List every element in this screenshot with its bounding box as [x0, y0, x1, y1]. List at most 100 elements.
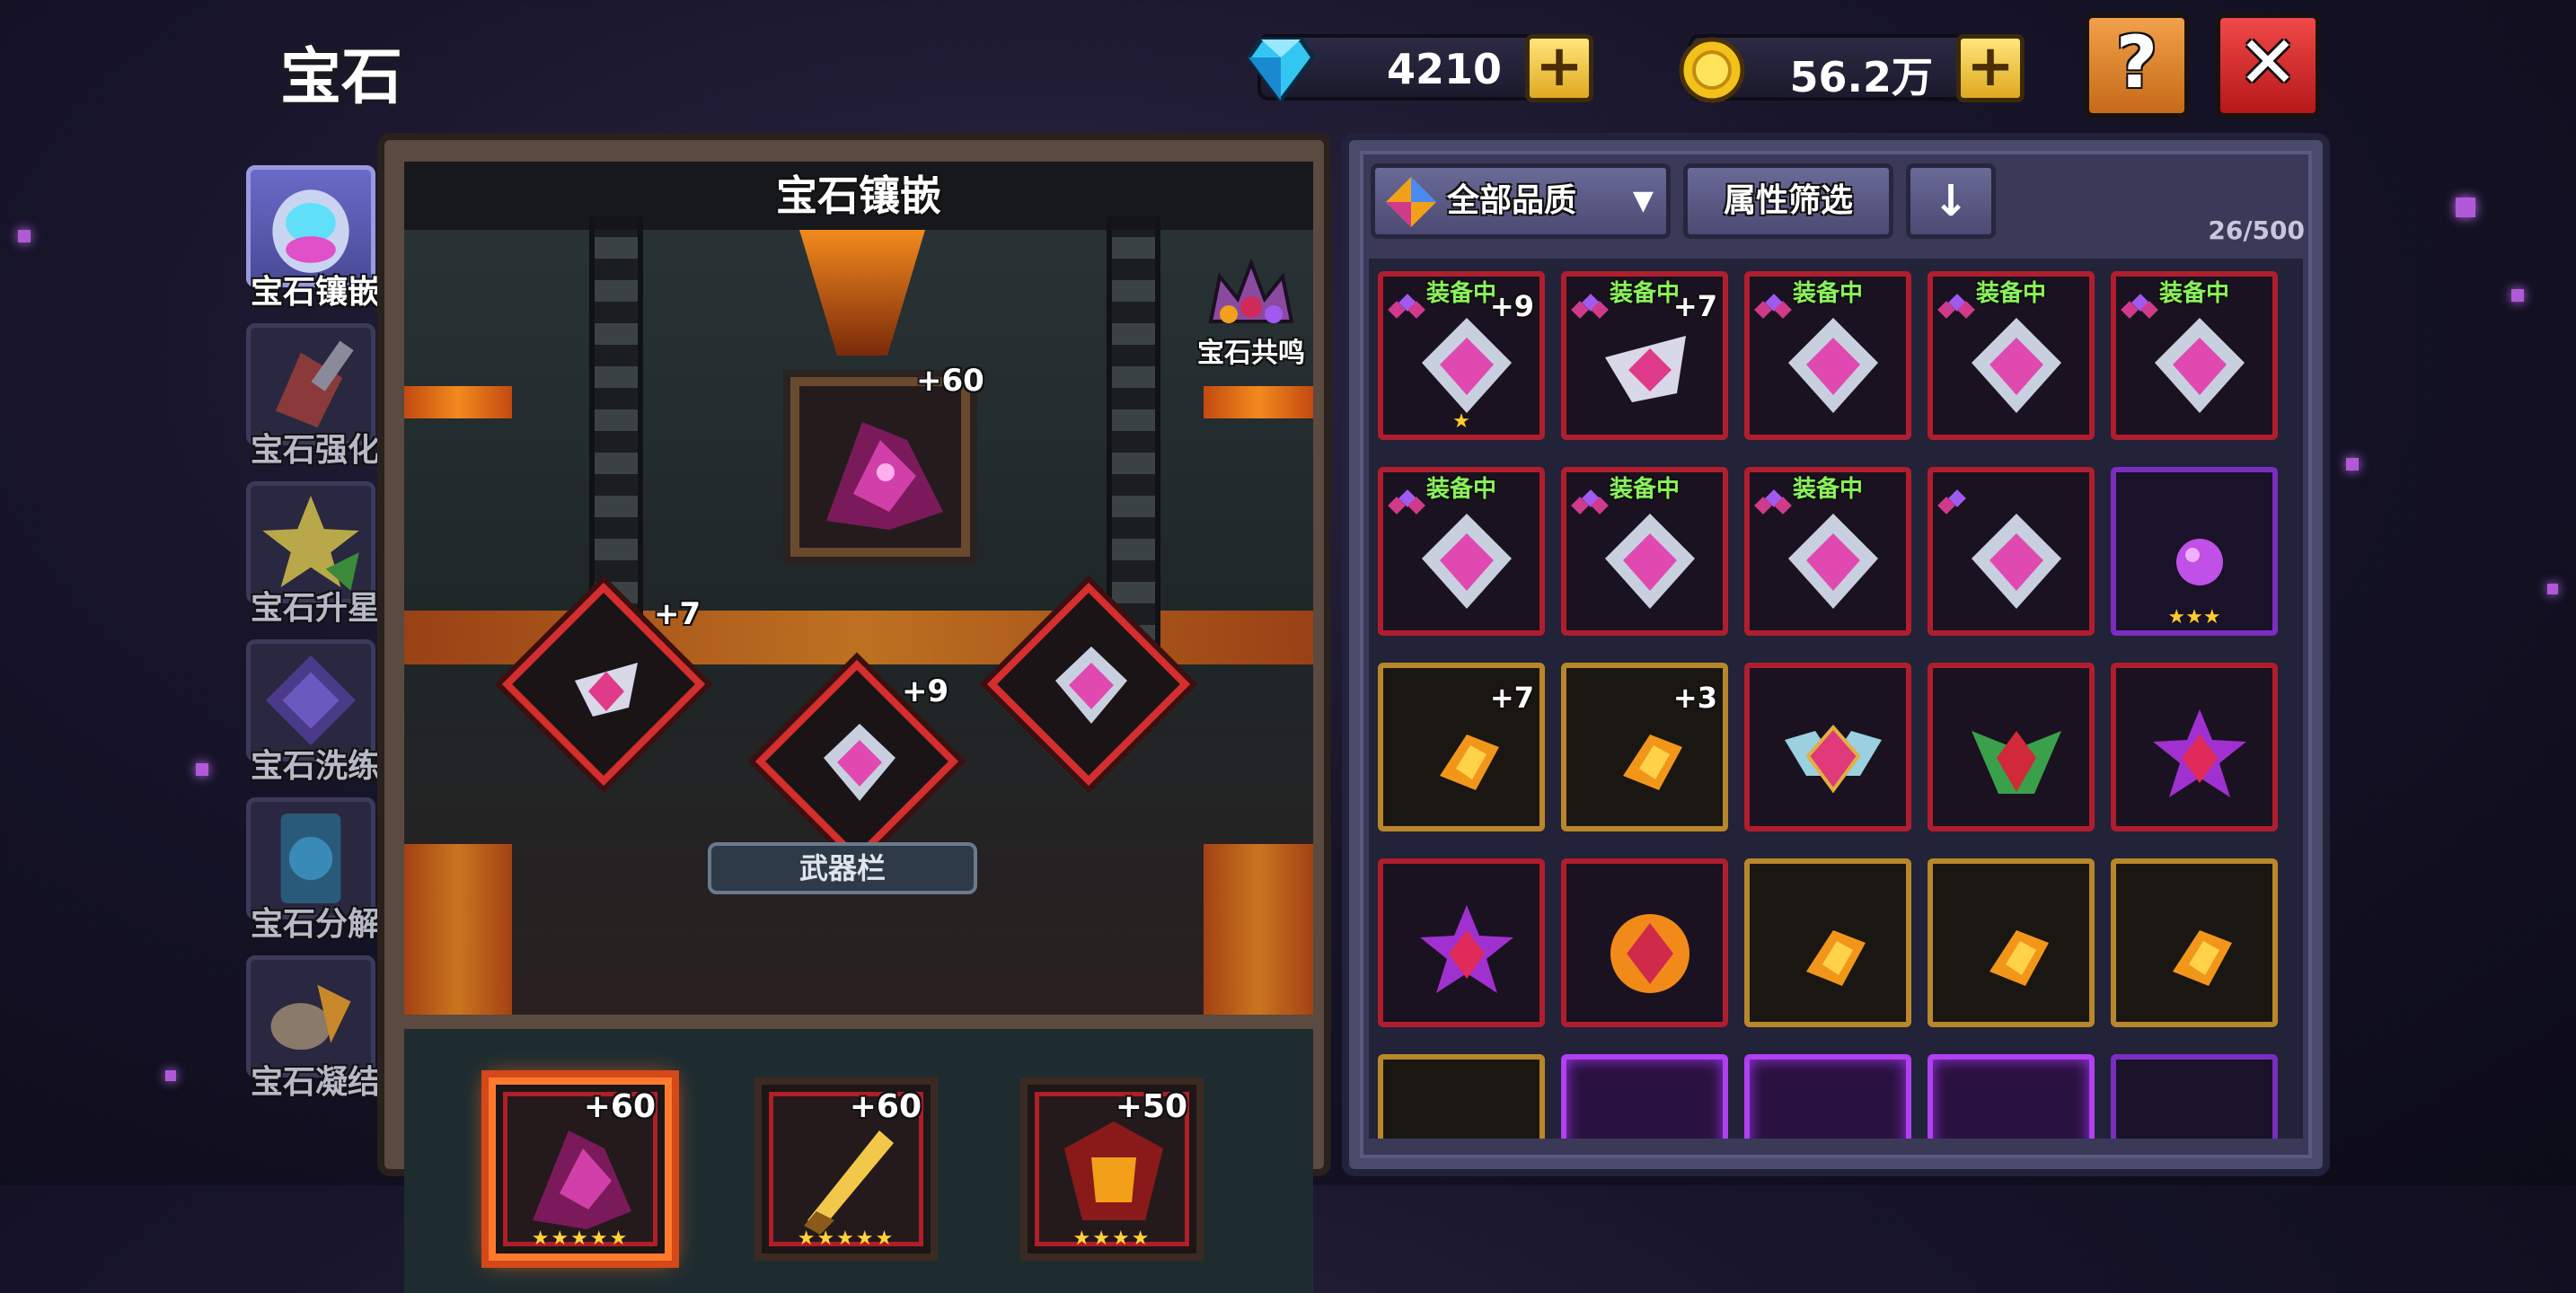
center-socket-level: +9	[902, 673, 949, 709]
tab-label: 宝石强化	[250, 432, 380, 469]
diamond-currency: 4210 +	[1245, 34, 1593, 105]
gem-slot[interactable]: 装备中	[1744, 271, 1911, 440]
inventory-count: 26/500	[2208, 216, 2305, 245]
amber-shard-icon	[1440, 734, 1499, 790]
equipped-tag: 装备中	[1792, 280, 1863, 307]
weapon-level: +50	[1115, 1088, 1187, 1125]
tab-gem-star-up[interactable]: 宝石升星	[239, 481, 383, 630]
gem-slot[interactable]	[1561, 1054, 1728, 1139]
tab-gem-reforge[interactable]: 宝石洗练	[239, 639, 383, 788]
silver-pink-gem-icon	[2155, 318, 2245, 413]
gem-slot[interactable]: 装备中	[1928, 271, 2095, 440]
gem-slot[interactable]	[1744, 1054, 1911, 1139]
silver-pink-gem-icon	[1422, 514, 1512, 609]
gem-slot[interactable]	[2111, 663, 2278, 831]
gem-slot[interactable]	[1928, 467, 2095, 636]
gem-slot[interactable]	[1928, 858, 2095, 1027]
gem-slot[interactable]	[1744, 663, 1911, 831]
gem-socket-panel: 宝石镶嵌 +60 宝石共鸣 +7 +9 武器栏 +60 ★★★★★ +60 ★★…	[377, 133, 1331, 1293]
gem-icon	[1055, 646, 1127, 724]
quality-filter-label: 全部品质	[1447, 182, 1577, 219]
tab-gem-decompose[interactable]: 宝石分解	[239, 797, 383, 946]
star-decoration	[18, 230, 31, 242]
close-button[interactable]: ✕	[2215, 13, 2321, 119]
sort-button[interactable]: ↓	[1906, 163, 1996, 239]
tab-label: 宝石洗练	[250, 748, 380, 785]
equipped-tag: 装备中	[1975, 280, 2046, 307]
gem-slot[interactable]: 装备中	[1378, 467, 1545, 636]
main-weapon-slot[interactable]	[790, 377, 970, 557]
gem-slot[interactable]	[1744, 858, 1911, 1027]
diamond-icon	[1245, 37, 1317, 105]
main-slot-level: +60	[916, 363, 984, 399]
gem-level: +9	[1489, 289, 1534, 323]
weapon-level: +60	[583, 1088, 656, 1125]
tab-gem-enhance[interactable]: 宝石强化	[239, 323, 383, 472]
gem-slot[interactable]	[1378, 1054, 1545, 1139]
gem-icon	[575, 663, 638, 717]
purple-orb-icon	[2176, 539, 2223, 585]
gold-amount: 56.2万	[1789, 53, 1934, 101]
resonance-crown-icon	[1208, 258, 1294, 323]
chevron-down-icon: ▼	[1632, 185, 1654, 216]
winged-pink-gem-icon	[1605, 336, 1686, 402]
star-decoration	[2346, 458, 2359, 471]
winged-ruby-icon	[1785, 724, 1882, 794]
help-button[interactable]: ?	[2084, 13, 2190, 119]
dragon-weapon-icon	[826, 422, 943, 530]
tab-label: 宝石升星	[250, 590, 380, 627]
weapon-card[interactable]: +60 ★★★★★	[754, 1078, 938, 1261]
star-decoration	[2456, 198, 2475, 217]
gem-slot[interactable]: 装备中	[2111, 271, 2278, 440]
add-diamonds-button[interactable]: +	[1525, 34, 1593, 102]
gem-slot[interactable]	[1928, 1054, 2095, 1139]
equipped-tag: 装备中	[1792, 476, 1863, 503]
quality-filter-dropdown[interactable]: 全部品质 ▼	[1371, 163, 1671, 239]
gem-stars: ★	[1452, 410, 1470, 433]
gem-slot[interactable]: 装备中 +7	[1561, 271, 1728, 440]
weapon-card[interactable]: +50 ★★★★	[1020, 1078, 1204, 1261]
gem-slot[interactable]: +7	[1378, 663, 1545, 831]
star-decoration	[2547, 584, 2558, 594]
gem-slot[interactable]: ★★★	[2111, 467, 2278, 636]
equipped-tag: 装备中	[1425, 476, 1496, 503]
attribute-filter-button[interactable]: 属性筛选	[1683, 163, 1893, 239]
gem-slot[interactable]: 装备中 +9 ★	[1378, 271, 1545, 440]
tab-label: 宝石分解	[250, 906, 380, 943]
weapon-bar-label: 武器栏	[708, 842, 977, 894]
lava-decoration	[1204, 386, 1313, 418]
gem-slot[interactable]	[1928, 663, 2095, 831]
gem-slot[interactable]	[2111, 1054, 2278, 1139]
forge-ornament	[799, 230, 925, 356]
amber-shard-icon	[1989, 930, 2049, 986]
gem-slot[interactable]: 装备中	[1561, 467, 1728, 636]
gem-slot[interactable]	[2111, 858, 2278, 1027]
star-decoration	[196, 763, 208, 776]
weapon-stars: ★★★★★	[797, 1227, 895, 1250]
star-ruby-icon	[2153, 709, 2246, 797]
equipped-tag: 装备中	[1609, 476, 1680, 503]
tab-gem-inlay[interactable]: 宝石镶嵌	[239, 165, 383, 314]
gem-slot[interactable]	[1561, 858, 1728, 1027]
add-gold-button[interactable]: +	[1956, 34, 2025, 102]
gold-currency: 56.2万 +	[1679, 34, 2025, 103]
gem-slot[interactable]: +3	[1561, 663, 1728, 831]
gem-stars: ★★★	[2167, 606, 2221, 629]
amber-shard-icon	[2173, 930, 2232, 986]
gem-slot[interactable]	[1378, 858, 1545, 1027]
silver-pink-gem-icon	[1605, 514, 1695, 609]
gem-level: +7	[1489, 681, 1534, 715]
star-ruby-icon	[1420, 905, 1513, 993]
weapon-card[interactable]: +60 ★★★★★	[489, 1078, 672, 1261]
leaf-ruby-icon	[1972, 731, 2061, 794]
chain-decoration	[1107, 216, 1160, 646]
silver-pink-gem-icon	[1788, 514, 1878, 609]
gem-slot[interactable]: 装备中	[1744, 467, 1911, 636]
silver-pink-gem-icon	[1972, 318, 2061, 413]
star-decoration	[2511, 289, 2524, 302]
silver-pink-gem-icon	[1972, 514, 2061, 609]
gem-level: +7	[1672, 289, 1717, 323]
weapon-stars: ★★★★★	[531, 1227, 630, 1250]
gem-resonance-button[interactable]	[1202, 250, 1301, 339]
tab-gem-condense[interactable]: 宝石凝结	[239, 955, 383, 1104]
